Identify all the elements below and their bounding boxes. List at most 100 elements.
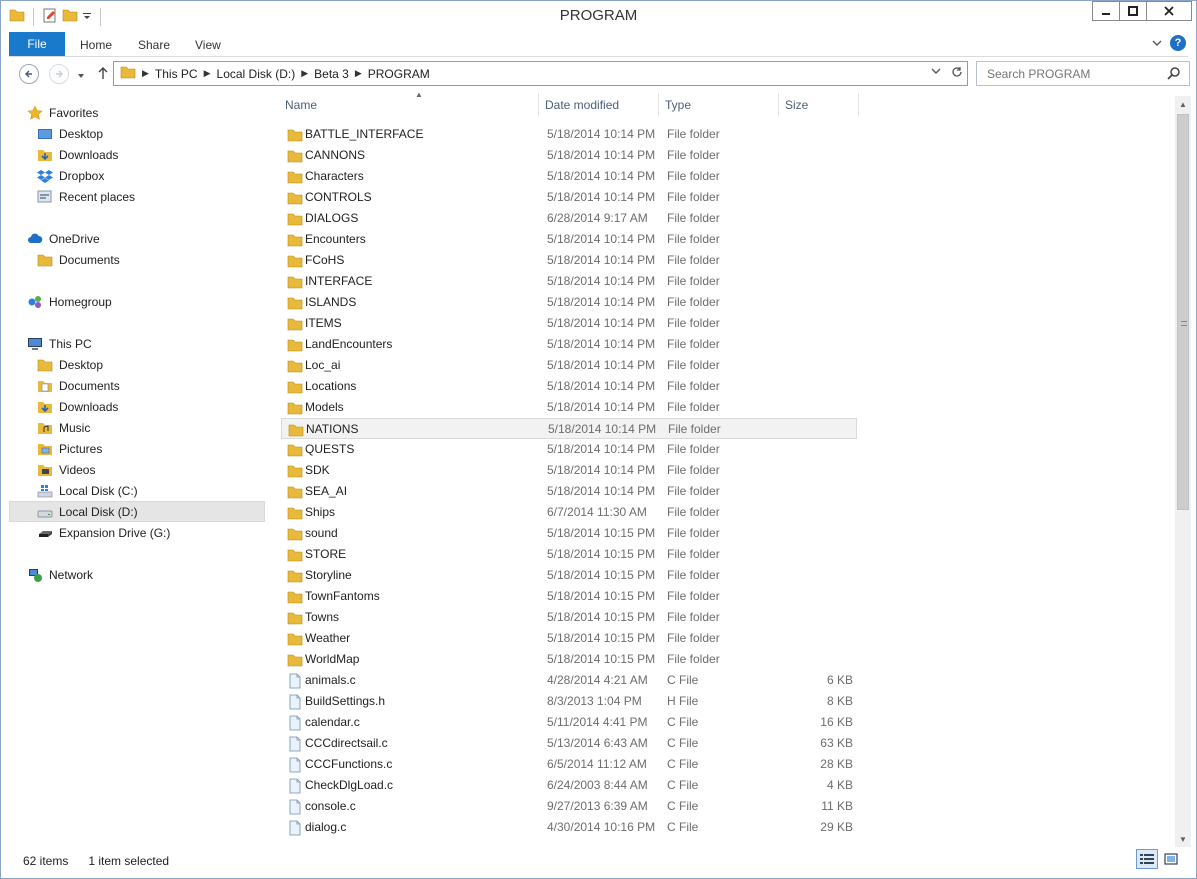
table-row[interactable]: CANNONS 5/18/2014 10:14 PM File folder — [281, 145, 857, 166]
file-name: BuildSettings.h — [305, 694, 386, 708]
table-row[interactable]: calendar.c 5/11/2014 4:41 PM C File 16 KB — [281, 712, 857, 733]
file-type: C File — [667, 799, 699, 813]
back-button[interactable] — [19, 64, 39, 84]
maximize-button[interactable] — [1119, 1, 1147, 21]
nav-pc-music[interactable]: Music — [37, 417, 267, 438]
details-view-icon[interactable] — [1136, 849, 1158, 869]
forward-button[interactable] — [49, 64, 69, 84]
nav-pc-desktop[interactable]: Desktop — [37, 354, 267, 375]
table-row[interactable]: CCCdirectsail.c 5/13/2014 6:43 AM C File 63… — [281, 733, 857, 754]
chevron-right-icon[interactable]: ▶ — [142, 68, 149, 79]
search-input[interactable] — [985, 65, 1165, 82]
table-row[interactable]: SDK 5/18/2014 10:14 PM File folder — [281, 460, 857, 481]
table-row[interactable]: dialog.c 4/30/2014 10:16 PM C File 29 KB — [281, 817, 857, 838]
breadcrumb-program[interactable]: PROGRAM — [368, 67, 430, 81]
table-row[interactable]: Locations 5/18/2014 10:14 PM File folder — [281, 376, 857, 397]
nav-pc-documents[interactable]: Documents — [37, 375, 267, 396]
up-arrow-icon[interactable] — [97, 66, 109, 83]
table-row[interactable]: CCCFunctions.c 6/5/2014 11:12 AM C File 28 … — [281, 754, 857, 775]
nav-network[interactable]: Network — [27, 564, 267, 585]
expand-ribbon-icon[interactable] — [1152, 36, 1162, 50]
vertical-scrollbar[interactable]: ▲ ▼ — [1175, 96, 1191, 847]
tab-view[interactable]: View — [195, 38, 221, 52]
table-row[interactable]: CONTROLS 5/18/2014 10:14 PM File folder — [281, 187, 857, 208]
breadcrumb-this-pc[interactable]: This PC — [155, 67, 198, 81]
file-name: CCCFunctions.c — [305, 757, 393, 771]
table-row[interactable]: QUESTS 5/18/2014 10:14 PM File folder — [281, 439, 857, 460]
nav-this-pc[interactable]: This PC — [27, 333, 267, 354]
table-row[interactable]: Storyline 5/18/2014 10:15 PM File folder — [281, 565, 857, 586]
chevron-right-icon[interactable]: ▶ — [301, 68, 308, 79]
chevron-right-icon[interactable]: ▶ — [204, 68, 211, 79]
table-row[interactable]: BATTLE_INTERFACE 5/18/2014 10:14 PM File f… — [281, 124, 857, 145]
breadcrumb-beta-3[interactable]: Beta 3 — [314, 67, 349, 81]
cloud-icon — [27, 231, 43, 247]
file-name: Characters — [305, 169, 364, 183]
nav-favorites[interactable]: Favorites — [27, 102, 267, 123]
nav-expansion-drive-g[interactable]: Expansion Drive (G:) — [37, 522, 267, 543]
minimize-button[interactable] — [1092, 1, 1120, 21]
tab-share[interactable]: Share — [138, 38, 170, 52]
chevron-right-icon[interactable]: ▶ — [355, 68, 362, 79]
file-date: 5/18/2014 10:14 PM — [547, 463, 656, 477]
nav-local-disk-d[interactable]: Local Disk (D:) — [9, 501, 265, 522]
table-row[interactable]: SEA_AI 5/18/2014 10:14 PM File folder — [281, 481, 857, 502]
table-row[interactable]: animals.c 4/28/2014 4:21 AM C File 6 KB — [281, 670, 857, 691]
table-row[interactable]: Weather 5/18/2014 10:15 PM File folder — [281, 628, 857, 649]
table-row[interactable]: ITEMS 5/18/2014 10:14 PM File folder — [281, 313, 857, 334]
table-row[interactable]: CheckDlgLoad.c 6/24/2003 8:44 AM C File 4 K… — [281, 775, 857, 796]
nav-homegroup[interactable]: Homegroup — [27, 291, 267, 312]
address-dropdown-icon[interactable] — [931, 66, 941, 81]
nav-onedrive[interactable]: OneDrive — [27, 228, 267, 249]
table-row[interactable]: INTERFACE 5/18/2014 10:14 PM File folder — [281, 271, 857, 292]
table-row[interactable]: TownFantoms 5/18/2014 10:15 PM File folder — [281, 586, 857, 607]
search-box[interactable] — [976, 61, 1190, 86]
table-row[interactable]: Encounters 5/18/2014 10:14 PM File folder — [281, 229, 857, 250]
refresh-icon[interactable] — [951, 66, 963, 81]
column-header-name[interactable]: Name ▲ — [279, 93, 539, 117]
nav-desktop[interactable]: Desktop — [37, 123, 267, 144]
scrollbar-thumb[interactable] — [1177, 114, 1189, 510]
table-row[interactable]: LandEncounters 5/18/2014 10:14 PM File fol… — [281, 334, 857, 355]
table-row[interactable]: FCoHS 5/18/2014 10:14 PM File folder — [281, 250, 857, 271]
tab-file[interactable]: File — [9, 32, 65, 56]
column-header-type[interactable]: Type — [659, 93, 779, 117]
table-row[interactable]: console.c 9/27/2013 6:39 AM C File 11 KB — [281, 796, 857, 817]
file-date: 4/30/2014 10:16 PM — [547, 820, 656, 834]
file-date: 6/24/2003 8:44 AM — [547, 778, 648, 792]
scroll-up-icon[interactable]: ▲ — [1175, 96, 1191, 112]
table-row[interactable]: ISLANDS 5/18/2014 10:14 PM File folder — [281, 292, 857, 313]
table-row[interactable]: Characters 5/18/2014 10:14 PM File folder — [281, 166, 857, 187]
nav-recent-places[interactable]: Recent places — [37, 186, 267, 207]
table-row[interactable]: BuildSettings.h 8/3/2013 1:04 PM H File 8 K… — [281, 691, 857, 712]
table-row[interactable]: Ships 6/7/2014 11:30 AM File folder — [281, 502, 857, 523]
large-icons-view-icon[interactable] — [1160, 849, 1182, 869]
nav-local-disk-c[interactable]: Local Disk (C:) — [37, 480, 267, 501]
table-row[interactable]: Towns 5/18/2014 10:15 PM File folder — [281, 607, 857, 628]
nav-pc-videos[interactable]: Videos — [37, 459, 267, 480]
breadcrumb-local-disk-d[interactable]: Local Disk (D:) — [217, 67, 296, 81]
tab-home[interactable]: Home — [80, 38, 112, 52]
column-header-size[interactable]: Size — [779, 93, 859, 117]
table-row[interactable]: STORE 5/18/2014 10:15 PM File folder — [281, 544, 857, 565]
address-bar[interactable]: ▶ This PC ▶ Local Disk (D:) ▶ Beta 3 ▶ P… — [113, 61, 968, 86]
table-row[interactable]: NATIONS 5/18/2014 10:14 PM File folder — [281, 418, 857, 439]
nav-pc-pictures[interactable]: Pictures — [37, 438, 267, 459]
scroll-down-icon[interactable]: ▼ — [1175, 831, 1191, 847]
nav-pc-downloads[interactable]: Downloads — [37, 396, 267, 417]
nav-label: Music — [59, 420, 91, 435]
search-icon[interactable] — [1167, 66, 1181, 83]
nav-downloads[interactable]: Downloads — [37, 144, 267, 165]
table-row[interactable]: sound 5/18/2014 10:15 PM File folder — [281, 523, 857, 544]
nav-dropbox[interactable]: Dropbox — [37, 165, 267, 186]
recent-locations-icon[interactable] — [77, 69, 85, 83]
table-row[interactable]: Models 5/18/2014 10:14 PM File folder — [281, 397, 857, 418]
help-icon[interactable]: ? — [1170, 35, 1186, 51]
table-row[interactable]: WorldMap 5/18/2014 10:15 PM File folder — [281, 649, 857, 670]
table-row[interactable]: DIALOGS 6/28/2014 9:17 AM File folder — [281, 208, 857, 229]
table-row[interactable]: Loc_ai 5/18/2014 10:14 PM File folder — [281, 355, 857, 376]
close-button[interactable] — [1146, 1, 1192, 21]
nav-onedrive-documents[interactable]: Documents — [37, 249, 267, 270]
file-list: Name ▲ Date modified Type Size BATTLE_IN… — [269, 93, 1175, 847]
column-header-date[interactable]: Date modified — [539, 93, 659, 117]
